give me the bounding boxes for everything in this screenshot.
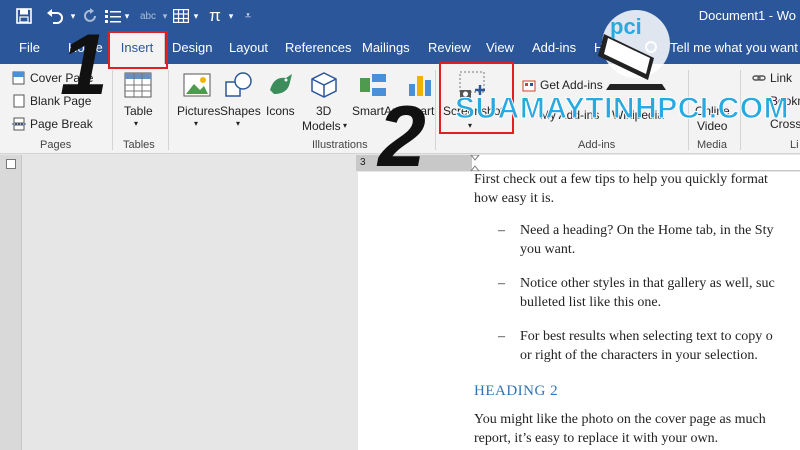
3d-models-button-line1[interactable]: 3D <box>316 104 331 118</box>
page-break-icon <box>12 117 26 131</box>
bullet-dash: – <box>498 329 505 344</box>
group-label-media: Media <box>697 139 727 151</box>
cover-page-icon <box>12 71 26 85</box>
store-icon <box>522 78 536 92</box>
body-paragraph: First check out a few tips to help you q… <box>474 172 768 187</box>
icons-icon <box>266 70 296 100</box>
tab-view[interactable]: View <box>486 32 514 64</box>
pictures-button[interactable]: Pictures <box>177 104 220 118</box>
tab-mailings[interactable]: Mailings <box>362 32 410 64</box>
3d-models-button-line2[interactable]: Models <box>302 119 341 133</box>
table-icon <box>123 70 153 100</box>
group-separator <box>168 70 169 150</box>
table-dropdown-icon[interactable]: ▾ <box>191 6 201 26</box>
body-paragraph: how easy it is. <box>474 191 555 206</box>
group-label-illustrations: Illustrations <box>312 139 368 151</box>
customize-qat-icon[interactable]: ⩡ <box>242 6 254 26</box>
table-button[interactable]: Table <box>124 104 153 118</box>
word-window: ▾ ▾ abc ▾ ▾ π ▾ ⩡ Document1 - Wo File Ho… <box>0 0 800 450</box>
bullet-item: For best results when selecting text to … <box>520 329 773 344</box>
group-label-links: Li <box>790 139 799 151</box>
tab-references[interactable]: References <box>285 32 351 64</box>
bullet-item: or right of the characters in your selec… <box>520 348 758 363</box>
tab-design[interactable]: Design <box>172 32 212 64</box>
group-label-add-ins: Add-ins <box>578 139 616 151</box>
link-button[interactable]: Link <box>770 71 792 85</box>
table-icon[interactable] <box>172 6 190 26</box>
shapes-dropdown-icon[interactable]: ▾ <box>236 119 240 128</box>
watermark-text: SUAMAYTINHPCI.COM <box>454 92 790 126</box>
blank-page-icon <box>12 94 26 108</box>
table-dropdown-icon[interactable]: ▾ <box>134 119 138 128</box>
heading-2: HEADING 2 <box>474 383 559 399</box>
page-break-button[interactable]: Page Break <box>30 117 93 131</box>
step-1-marker: 1 <box>60 17 108 113</box>
3d-models-icon <box>309 70 339 100</box>
icons-button[interactable]: Icons <box>266 104 295 118</box>
group-label-tables: Tables <box>123 139 155 151</box>
tab-selector-icon[interactable] <box>6 159 16 169</box>
pictures-icon <box>182 70 212 100</box>
logo-text: pci <box>610 14 642 39</box>
shapes-icon <box>224 70 254 100</box>
tab-add-ins[interactable]: Add-ins <box>532 32 576 64</box>
vertical-ruler <box>0 155 22 450</box>
bullet-dash: – <box>498 276 505 291</box>
bullet-item: Notice other styles in that gallery as w… <box>520 276 775 291</box>
tab-review[interactable]: Review <box>428 32 471 64</box>
insert-tab-highlight <box>108 31 168 69</box>
list-dropdown-icon[interactable]: ▾ <box>122 6 132 26</box>
pci-logo-icon: pci <box>598 10 670 90</box>
bullet-item: you want. <box>520 242 576 257</box>
equation-icon[interactable]: π <box>206 6 224 26</box>
spelling-dropdown-icon[interactable]: ▾ <box>160 6 170 26</box>
bullet-item: Need a heading? On the Home tab, in the … <box>520 223 774 238</box>
group-label-pages: Pages <box>40 139 72 151</box>
bullet-item: bulleted list like this one. <box>520 295 662 310</box>
tab-file[interactable]: File <box>19 32 40 64</box>
bullet-dash: – <box>498 223 505 238</box>
equation-dropdown-icon[interactable]: ▾ <box>226 6 236 26</box>
ruler-number: 3 <box>360 157 366 168</box>
window-title: Document1 - Wo <box>698 8 796 23</box>
save-icon[interactable] <box>14 6 34 26</box>
tab-layout[interactable]: Layout <box>229 32 268 64</box>
pictures-dropdown-icon[interactable]: ▾ <box>194 119 198 128</box>
document-page[interactable]: First check out a few tips to help you q… <box>358 172 800 450</box>
body-paragraph: You might like the photo on the cover pa… <box>474 412 766 427</box>
shapes-button[interactable]: Shapes <box>220 104 261 118</box>
step-2-marker: 2 <box>378 89 426 185</box>
link-icon <box>752 71 766 85</box>
3d-models-dropdown-icon[interactable]: ▾ <box>343 121 347 130</box>
group-separator <box>435 70 436 150</box>
indent-marker-icon[interactable] <box>470 155 480 171</box>
spelling-icon[interactable]: abc <box>136 6 160 26</box>
group-separator <box>112 70 113 150</box>
body-paragraph: report, it’s easy to replace it with you… <box>474 431 719 446</box>
tell-me-search[interactable]: Tell me what you want to <box>670 32 800 64</box>
